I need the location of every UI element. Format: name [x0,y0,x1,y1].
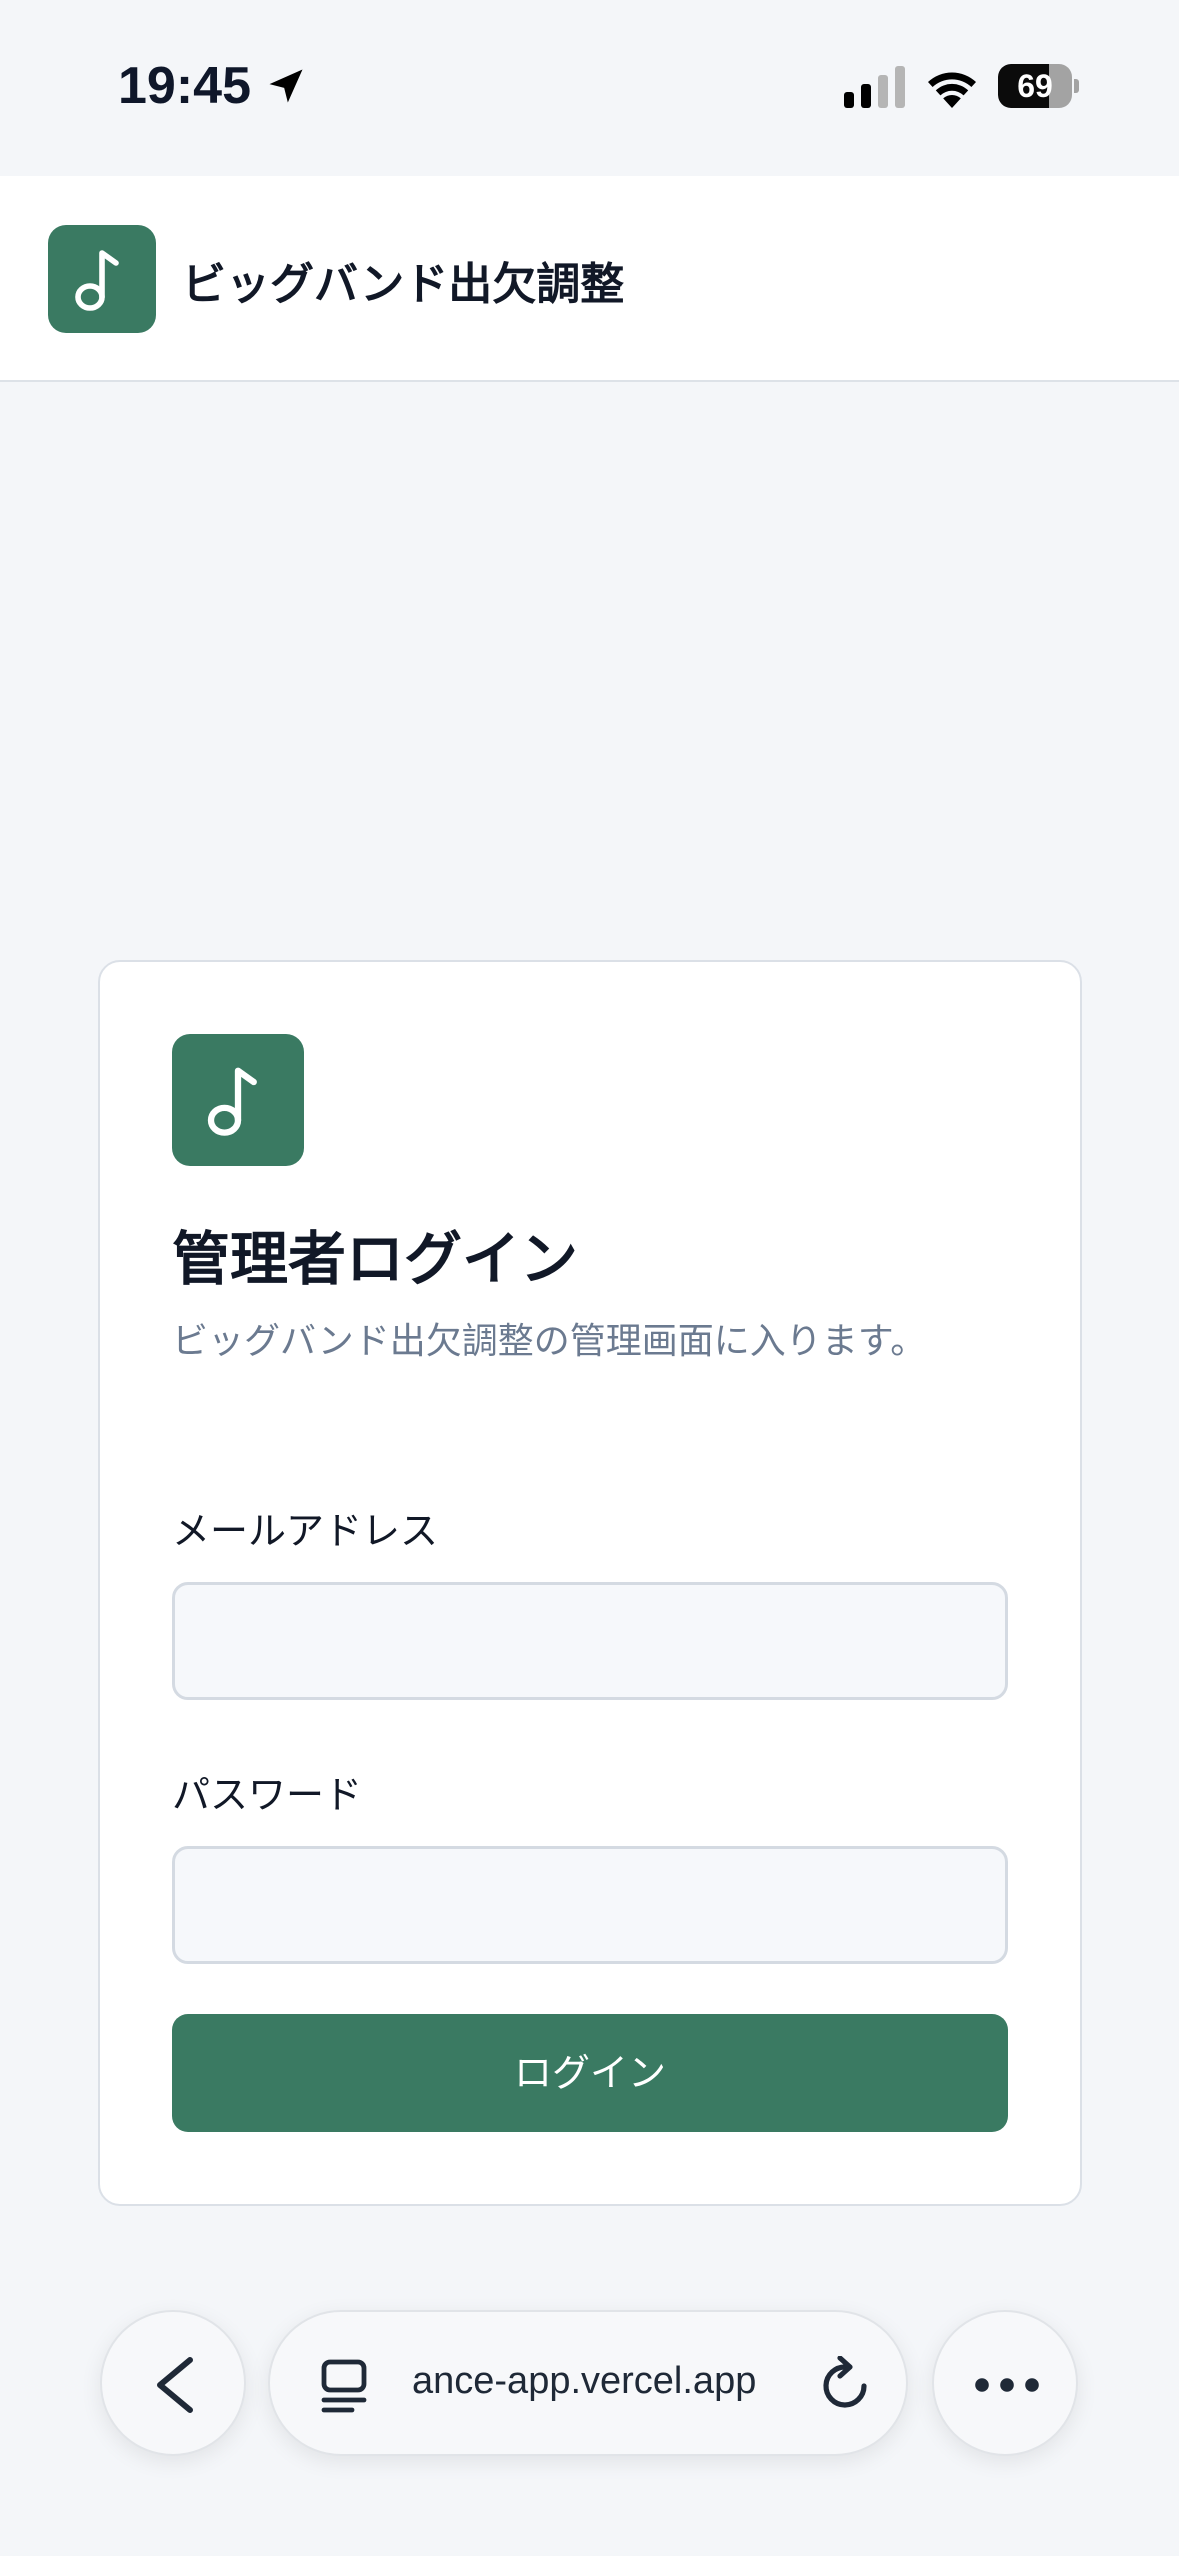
browser-toolbar: ance-app.vercel.app [0,2290,1179,2490]
reload-icon[interactable] [818,2356,874,2414]
more-button[interactable] [932,2310,1078,2456]
app-logo[interactable] [48,225,156,333]
tabs-icon[interactable] [318,2358,370,2414]
back-button[interactable] [100,2310,246,2456]
password-label: パスワード [172,1773,363,1817]
email-field[interactable] [172,1582,1008,1700]
wifi-icon [928,72,976,108]
more-dots-icon [975,2378,1039,2392]
status-time: 19:45 [118,57,251,115]
email-label: メールアドレス [172,1509,439,1553]
login-description: ビッグバンド出欠調整の管理画面に入ります。 [172,1321,927,1362]
music-note-icon [207,1067,257,1136]
card-logo [172,1034,304,1166]
status-bar: 19:45 69 [0,0,1179,176]
login-title: 管理者ログイン [172,1225,579,1293]
app-title: ビッグバンド出欠調整 [182,259,625,310]
back-chevron-icon [157,2357,193,2413]
location-arrow-icon [269,69,303,103]
url-text[interactable]: ance-app.vercel.app [412,2360,792,2410]
login-button[interactable]: ログイン [172,2014,1008,2132]
login-card: 管理者ログイン ビッグバンド出欠調整の管理画面に入ります。 メールアドレス パス… [98,960,1082,2206]
cellular-signal-icon [844,66,905,108]
app-header: ビッグバンド出欠調整 [0,176,1179,382]
battery-level: 69 [1017,68,1053,104]
password-field[interactable] [172,1846,1008,1964]
address-bar[interactable]: ance-app.vercel.app [268,2310,908,2456]
music-note-icon [75,250,119,311]
battery-icon: 69 [998,64,1079,108]
